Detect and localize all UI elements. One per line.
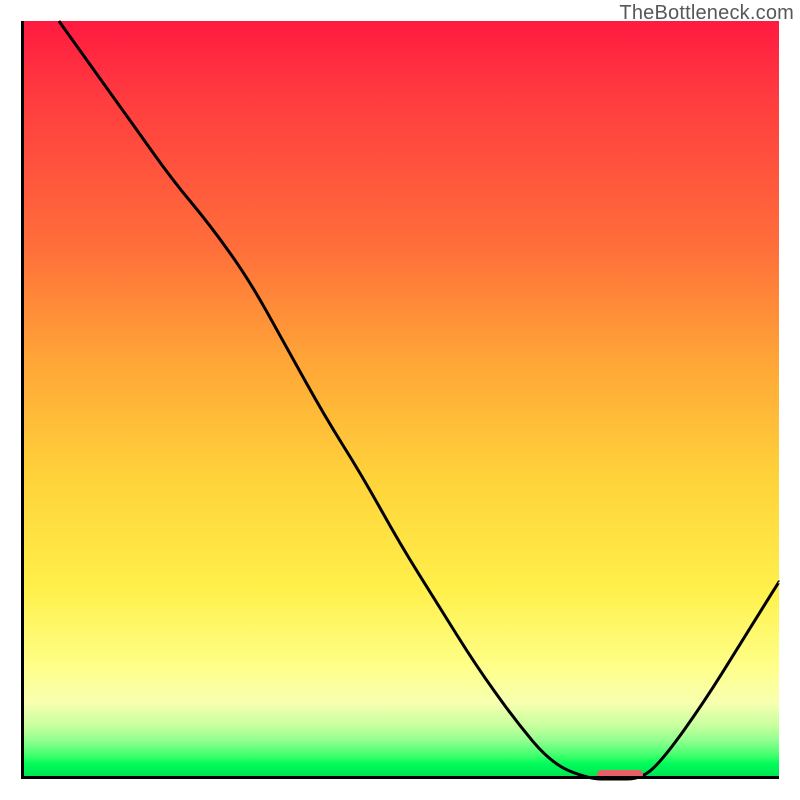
y-axis	[21, 21, 24, 779]
watermark-text: TheBottleneck.com	[619, 2, 794, 25]
x-axis	[21, 776, 779, 779]
chart-container: TheBottleneck.com	[0, 0, 800, 800]
bottleneck-curve	[21, 21, 779, 779]
curve-path	[59, 21, 779, 779]
